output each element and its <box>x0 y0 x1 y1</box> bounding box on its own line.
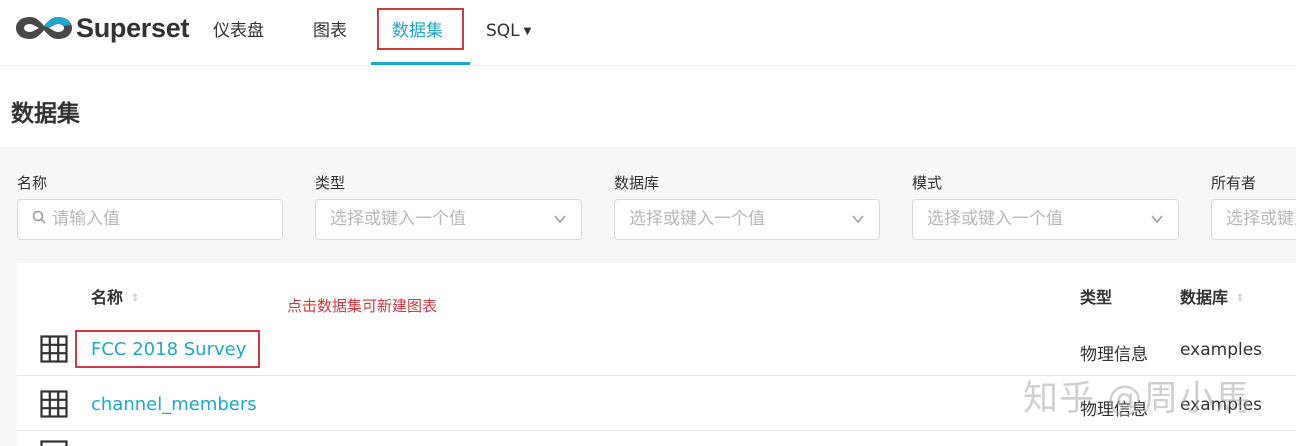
dataset-type: 物理信息 <box>1080 345 1148 365</box>
annotation-note: 点击数据集可新建图表 <box>287 297 438 315</box>
nav-item-dashboards[interactable]: 仪表盘 <box>213 18 264 46</box>
filter-label-schema: 模式 <box>912 174 943 192</box>
column-header-database-label: 数据库 <box>1180 288 1229 307</box>
search-icon <box>32 200 46 239</box>
dataset-database: examples <box>1180 340 1263 360</box>
filter-label-type: 类型 <box>315 174 346 192</box>
sort-icon: ⇕ <box>1236 293 1245 304</box>
superset-logo-icon <box>16 17 72 39</box>
chevron-down-icon <box>851 200 865 239</box>
page-title: 数据集 <box>11 101 80 127</box>
nav-active-indicator <box>371 62 470 65</box>
filter-owner-select[interactable]: 选择或键入一个值 <box>1211 199 1296 240</box>
nav-item-sql[interactable]: SQL ▼ <box>486 18 531 46</box>
filter-name-placeholder: 请输入值 <box>52 209 120 229</box>
column-header-type: 类型 <box>1080 288 1113 307</box>
column-header-database[interactable]: 数据库 ⇕ <box>1180 284 1244 308</box>
chevron-down-icon <box>1150 200 1164 239</box>
brand-name: Superset <box>76 12 190 43</box>
filter-database-placeholder: 选择或键入一个值 <box>629 209 765 229</box>
filter-name-input[interactable]: 请输入值 <box>17 199 283 240</box>
annotation-box-nav-datasets <box>377 8 464 50</box>
table-grid-icon <box>40 335 68 363</box>
watermark: 知乎 @周小馬 <box>1023 379 1252 419</box>
filter-label-database: 数据库 <box>614 174 660 192</box>
page-header <box>0 67 1296 147</box>
top-navbar <box>0 0 1296 66</box>
filter-label-owner: 所有者 <box>1211 174 1257 192</box>
filter-database-select[interactable]: 选择或键入一个值 <box>614 199 880 240</box>
filter-type-placeholder: 选择或键入一个值 <box>330 209 466 229</box>
row-divider <box>17 430 1296 431</box>
annotation-box-dataset <box>75 330 260 368</box>
nav-item-charts[interactable]: 图表 <box>313 18 347 46</box>
nav-item-sql-label: SQL <box>486 21 520 41</box>
filter-schema-placeholder: 选择或键入一个值 <box>927 209 1063 229</box>
table-grid-icon <box>40 390 68 418</box>
filter-label-name: 名称 <box>17 174 48 192</box>
superset-logo[interactable]: Superset <box>14 10 189 46</box>
filter-schema-select[interactable]: 选择或键入一个值 <box>912 199 1179 240</box>
dataset-link[interactable]: channel_members <box>91 394 257 415</box>
column-header-name-label: 名称 <box>91 288 124 307</box>
filter-owner-placeholder: 选择或键入一个值 <box>1226 209 1296 229</box>
column-header-name[interactable]: 名称 ⇕ <box>91 284 139 308</box>
chevron-down-icon <box>553 200 567 239</box>
filter-type-select[interactable]: 选择或键入一个值 <box>315 199 582 240</box>
caret-down-icon: ▼ <box>523 26 532 37</box>
table-grid-icon <box>40 440 68 446</box>
sort-icon: ⇕ <box>131 293 140 304</box>
